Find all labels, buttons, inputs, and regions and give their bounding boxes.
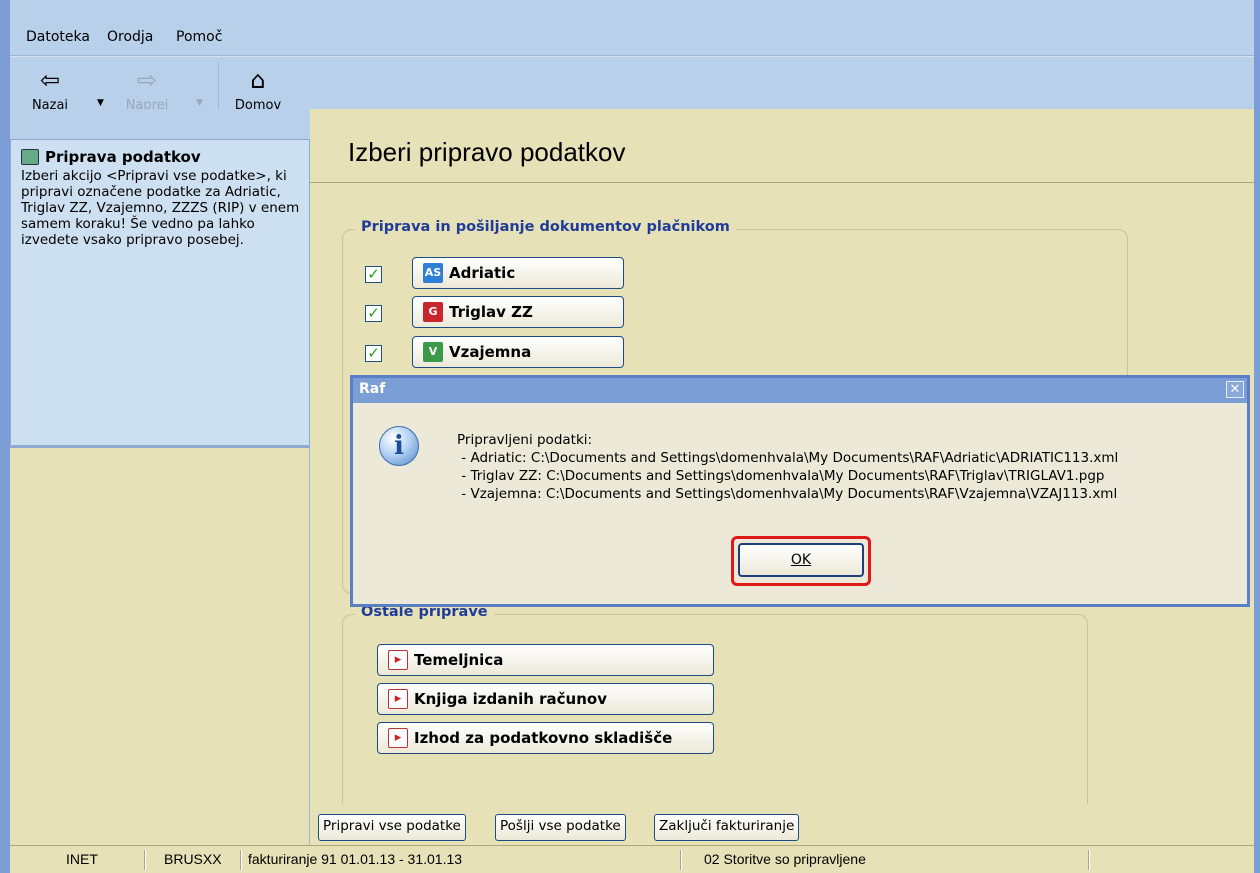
document-arrow-icon: ▸ [388, 689, 408, 709]
help-title: Priprava podatkov [45, 148, 201, 166]
triglav-button[interactable]: G Triglav ZZ [412, 296, 624, 328]
status-separator [1088, 850, 1090, 870]
dialog-titlebar: Raf [353, 378, 1247, 403]
adriatic-button[interactable]: AS Adriatic [412, 257, 624, 289]
adriatic-logo-icon: AS [423, 263, 443, 283]
checkbox-adriatic[interactable]: ✓ [365, 266, 382, 283]
back-history-dropdown-icon[interactable]: ▼ [97, 98, 104, 108]
nav-area [10, 109, 310, 139]
temeljnica-button[interactable]: ▸ Temeljnica [377, 644, 714, 676]
status-bar: INET BRUSXX fakturiranje 91 01.01.13 - 3… [10, 845, 1254, 873]
status-separator [240, 850, 242, 870]
home-icon: ⌂ [250, 66, 266, 94]
vzajemna-button[interactable]: V Vzajemna [412, 336, 624, 368]
ok-label: OK [790, 552, 812, 568]
data-preparation-icon [21, 149, 39, 165]
menu-pomoc[interactable]: Pomoč [176, 29, 222, 45]
status-separator [680, 850, 682, 870]
back-arrow-icon: ⇦ [39, 66, 61, 94]
dialog-title: Raf [359, 381, 386, 397]
dialog-message: Pripravljeni podatki: - Adriatic: C:\Doc… [457, 432, 1119, 502]
triglav-label: Triglav ZZ [449, 303, 533, 321]
checkbox-triglav[interactable]: ✓ [365, 305, 382, 322]
send-all-button[interactable]: Pošlji vse podatke [495, 814, 626, 841]
window-frame-left [0, 0, 10, 873]
invoice-book-button[interactable]: ▸ Knjiga izdanih računov [377, 683, 714, 715]
forward-history-dropdown-icon[interactable]: ▼ [196, 98, 203, 108]
info-icon: i [379, 426, 419, 466]
invoice-book-label: Knjiga izdanih računov [414, 690, 607, 708]
status-message: 02 Storitve so pripravljene [704, 851, 866, 867]
window-frame-right [1254, 0, 1260, 873]
main-header: Izberi pripravo podatkov [310, 109, 1254, 183]
status-separator [144, 850, 146, 870]
prepare-all-button[interactable]: Pripravi vse podatke [318, 814, 466, 841]
ok-button[interactable]: OK [738, 543, 864, 577]
payer-documents-group-title: Priprava in pošiljanje dokumentov plačni… [355, 219, 736, 235]
temeljnica-label: Temeljnica [414, 651, 504, 669]
vzajemna-label: Vzajemna [449, 343, 532, 361]
status-connection: INET [66, 851, 98, 867]
adriatic-label: Adriatic [449, 264, 516, 282]
triglav-logo-icon: G [423, 302, 443, 322]
document-arrow-icon: ▸ [388, 728, 408, 748]
menu-orodja[interactable]: Orodja [107, 29, 153, 45]
forward-arrow-icon: ⇨ [136, 66, 158, 94]
help-title-row: Priprava podatkov [21, 148, 303, 166]
info-dialog: Raf ✕ i Pripravljeni podatki: - Adriatic… [350, 375, 1250, 607]
checkbox-vzajemna[interactable]: ✓ [365, 345, 382, 362]
data-warehouse-export-label: Izhod za podatkovno skladišče [414, 729, 673, 747]
finish-invoicing-button[interactable]: Zaključi fakturiranje [654, 814, 800, 841]
status-period: fakturiranje 91 01.01.13 - 31.01.13 [248, 851, 463, 867]
close-icon[interactable]: ✕ [1226, 381, 1244, 398]
page-title: Izberi pripravo podatkov [348, 137, 626, 167]
document-arrow-icon: ▸ [388, 650, 408, 670]
menu-datoteka[interactable]: Datoteka [26, 29, 90, 45]
data-warehouse-export-button[interactable]: ▸ Izhod za podatkovno skladišče [377, 722, 714, 754]
help-panel: Priprava podatkov Izberi akcijo <Priprav… [10, 139, 310, 448]
menu-bar: Datoteka Orodja Pomoč [10, 0, 1254, 56]
left-pane: Priprava podatkov Izberi akcijo <Priprav… [10, 109, 310, 845]
vzajemna-logo-icon: V [423, 342, 443, 362]
help-text: Izberi akcijo <Pripravi vse podatke>, ki… [21, 168, 300, 248]
status-user: BRUSXX [164, 851, 222, 867]
